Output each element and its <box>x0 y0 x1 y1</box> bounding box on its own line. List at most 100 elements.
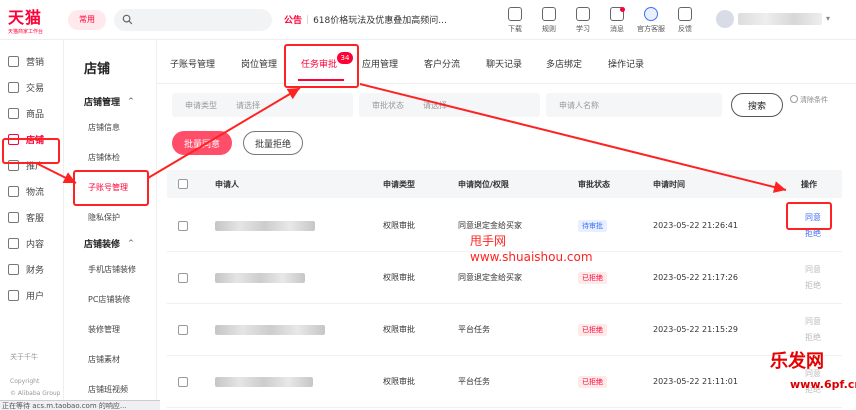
subnav-item[interactable]: 店铺素材 <box>64 344 156 374</box>
agree-link[interactable]: 同意 <box>805 314 821 330</box>
tab-bar: 34 子账号管理 岗位管理 任务审批 应用管理 客户分流 聊天记录 多店绑定 操作记录 <box>157 40 856 84</box>
sub-nav: 店铺 店铺管理 ^ 店铺信息 店铺体检 子账号管理 隐私保护 店铺装修 ^ 手机店铺装修 P… <box>64 40 157 410</box>
top-btn-4[interactable]: 官方客服 <box>634 4 668 34</box>
avatar[interactable] <box>716 10 734 28</box>
user-name-blurred[interactable] <box>738 13 822 25</box>
leftnav-item-8[interactable]: 财务 <box>0 256 63 282</box>
approval-status-select[interactable]: 审批状态 请选择 <box>359 93 540 117</box>
brand-watermark: 乐发网 <box>770 351 824 372</box>
tmall-logo[interactable]: 天猫 天猫商家工作台 <box>0 4 64 35</box>
subnav-group-decoration[interactable]: 店铺装修 ^ <box>64 232 156 254</box>
subnav-item[interactable]: 店铺体检 <box>64 142 156 172</box>
finance-icon <box>8 263 19 275</box>
tab-6[interactable]: 多店绑定 <box>546 57 582 70</box>
subnav-item[interactable]: 装修管理 <box>64 314 156 344</box>
top-btn-label: 反馈 <box>678 25 692 33</box>
applicant-name-blurred <box>215 324 325 335</box>
feedback-icon <box>678 7 692 21</box>
left-nav: 营销 交易 商品 店铺 推广 物流 客服 内容 财务 用户 关于千牛 Copyright © Al… <box>0 40 64 410</box>
apply-type-select[interactable]: 申请类型 请选择 <box>172 93 353 117</box>
col-position: 申请岗位/权限 <box>458 179 509 189</box>
apply-type: 权限审批 <box>383 221 415 230</box>
watermark-url: www.shuaishou.com <box>470 250 593 264</box>
subnav-item[interactable]: 店铺信息 <box>64 112 156 142</box>
leftnav-item-2[interactable]: 商品 <box>0 100 63 126</box>
subnav-item[interactable]: PC店铺装修 <box>64 284 156 314</box>
tab-1[interactable]: 岗位管理 <box>241 57 277 70</box>
bulk-reject-button[interactable]: 批量拒绝 <box>243 131 303 155</box>
leftnav-item-5[interactable]: 物流 <box>0 178 63 204</box>
annotation-box-subaccount <box>73 170 149 206</box>
row-checkbox[interactable] <box>178 272 188 283</box>
leftnav-item-0[interactable]: 营销 <box>0 48 63 74</box>
chevron-up-icon: ^ <box>128 97 134 105</box>
chevron-down-icon[interactable]: ▾ <box>826 14 830 23</box>
notification-dot <box>620 7 625 12</box>
top-icon-group: 下载 规则 学习 消息 官方客服 反馈 <box>498 4 702 34</box>
apply-position: 平台任务 <box>458 377 490 386</box>
notice-bar[interactable]: 公告 | 618价格玩法及优惠叠加高频问... <box>284 13 447 27</box>
status-badge: 已拒绝 <box>578 375 607 388</box>
top-btn-1[interactable]: 规则 <box>532 4 566 34</box>
chevron-up-icon: ^ <box>128 239 134 247</box>
common-button[interactable]: 常用 <box>68 9 106 30</box>
col-type: 申请类型 <box>383 179 415 189</box>
status-badge: 待审批 <box>578 219 607 232</box>
content-icon <box>8 237 19 249</box>
apply-position: 同意退定金给买家 <box>458 221 522 230</box>
tab-7[interactable]: 操作记录 <box>608 57 644 70</box>
leftnav-item-9[interactable]: 用户 <box>0 282 63 308</box>
tab-0[interactable]: 子账号管理 <box>170 57 215 70</box>
top-btn-3[interactable]: 消息 <box>600 4 634 34</box>
apply-position: 平台任务 <box>458 325 490 334</box>
clear-filters-button[interactable]: 清除条件 <box>790 95 830 105</box>
leftnav-label: 交易 <box>26 83 45 94</box>
tab-5[interactable]: 聊天记录 <box>486 57 522 70</box>
reject-link[interactable]: 拒绝 <box>805 330 821 346</box>
leftnav-label: 物流 <box>26 187 45 198</box>
subnav-item[interactable]: 手机店铺装修 <box>64 254 156 284</box>
top-btn-5[interactable]: 反馈 <box>668 4 702 34</box>
bulk-agree-button[interactable]: 批量同意 <box>172 131 232 155</box>
annotation-box-task-tab <box>284 44 359 88</box>
download-icon <box>508 7 522 21</box>
copyright: Copyright <box>10 378 40 385</box>
subnav-item[interactable]: 隐私保护 <box>64 202 156 232</box>
search-button[interactable]: 搜索 <box>731 93 783 117</box>
notice-text: 618价格玩法及优惠叠加高频问... <box>313 16 447 26</box>
applicant-input[interactable]: 申请人名称 <box>546 93 722 117</box>
row-checkbox[interactable] <box>178 324 188 335</box>
top-btn-0[interactable]: 下载 <box>498 4 532 34</box>
leftnav-label: 财务 <box>26 265 45 276</box>
reject-link[interactable]: 拒绝 <box>805 278 821 294</box>
leftnav-item-6[interactable]: 客服 <box>0 204 63 230</box>
apply-type: 权限审批 <box>383 377 415 386</box>
tab-3[interactable]: 应用管理 <box>362 57 398 70</box>
apply-type: 权限审批 <box>383 325 415 334</box>
subnav-group-store-manage[interactable]: 店铺管理 ^ <box>64 90 156 112</box>
row-checkbox[interactable] <box>178 220 188 231</box>
tab-4[interactable]: 客户分流 <box>424 57 460 70</box>
cs-icon <box>8 211 19 223</box>
learn-icon <box>576 7 590 21</box>
row-checkbox[interactable] <box>178 376 188 387</box>
top-btn-label: 规则 <box>542 25 556 33</box>
leftnav-label: 用户 <box>26 291 45 302</box>
apply-time: 2023-05-22 21:15:29 <box>653 325 738 334</box>
about-link[interactable]: 关于千牛 <box>10 352 38 362</box>
applicant-name-blurred <box>215 376 313 387</box>
top-search-input[interactable] <box>114 8 272 31</box>
agree-link[interactable]: 同意 <box>805 262 821 278</box>
main-panel: 34 子账号管理 岗位管理 任务审批 应用管理 客户分流 聊天记录 多店绑定 操作记录 申请类… <box>157 40 856 410</box>
logistics-icon <box>8 185 19 197</box>
leftnav-item-1[interactable]: 交易 <box>0 74 63 100</box>
top-btn-label: 下载 <box>508 25 522 33</box>
leftnav-item-7[interactable]: 内容 <box>0 230 63 256</box>
leftnav-label: 营销 <box>26 57 45 68</box>
subnav-title: 店铺 <box>84 62 111 77</box>
apply-position: 同意退定金给买家 <box>458 273 522 282</box>
top-btn-2[interactable]: 学习 <box>566 4 600 34</box>
col-time: 申请时间 <box>653 179 685 189</box>
table-header: 申请人 申请类型 申请岗位/权限 审批状态 申请时间 操作 <box>167 170 842 198</box>
select-all-checkbox[interactable] <box>178 179 188 189</box>
